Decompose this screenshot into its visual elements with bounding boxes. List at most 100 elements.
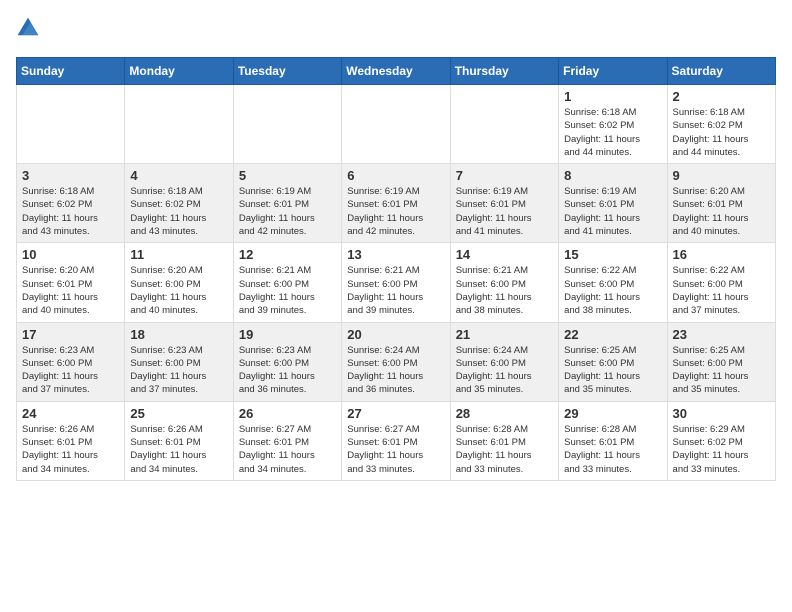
calendar-cell [125, 85, 233, 164]
calendar-cell: 7 Sunrise: 6:19 AM Sunset: 6:01 PM Daylig… [450, 164, 558, 243]
calendar-cell: 10 Sunrise: 6:20 AM Sunset: 6:01 PM Dayli… [17, 243, 125, 322]
day-info: Sunrise: 6:29 AM Sunset: 6:02 PM Dayligh… [673, 423, 770, 476]
calendar-cell: 6 Sunrise: 6:19 AM Sunset: 6:01 PM Daylig… [342, 164, 450, 243]
day-info: Sunrise: 6:19 AM Sunset: 6:01 PM Dayligh… [239, 185, 336, 238]
day-number: 29 [564, 406, 661, 421]
day-number: 16 [673, 247, 770, 262]
col-header-monday: Monday [125, 58, 233, 85]
day-info: Sunrise: 6:24 AM Sunset: 6:00 PM Dayligh… [347, 344, 444, 397]
calendar-cell: 18 Sunrise: 6:23 AM Sunset: 6:00 PM Dayli… [125, 322, 233, 401]
day-number: 24 [22, 406, 119, 421]
calendar-cell: 9 Sunrise: 6:20 AM Sunset: 6:01 PM Daylig… [667, 164, 775, 243]
day-number: 12 [239, 247, 336, 262]
day-number: 2 [673, 89, 770, 104]
day-number: 6 [347, 168, 444, 183]
calendar-cell: 13 Sunrise: 6:21 AM Sunset: 6:00 PM Dayli… [342, 243, 450, 322]
day-info: Sunrise: 6:25 AM Sunset: 6:00 PM Dayligh… [673, 344, 770, 397]
calendar-cell [342, 85, 450, 164]
calendar-cell: 16 Sunrise: 6:22 AM Sunset: 6:00 PM Dayli… [667, 243, 775, 322]
day-info: Sunrise: 6:28 AM Sunset: 6:01 PM Dayligh… [456, 423, 553, 476]
calendar-cell: 5 Sunrise: 6:19 AM Sunset: 6:01 PM Daylig… [233, 164, 341, 243]
calendar-cell: 11 Sunrise: 6:20 AM Sunset: 6:00 PM Dayli… [125, 243, 233, 322]
calendar-cell: 3 Sunrise: 6:18 AM Sunset: 6:02 PM Daylig… [17, 164, 125, 243]
day-number: 28 [456, 406, 553, 421]
day-info: Sunrise: 6:19 AM Sunset: 6:01 PM Dayligh… [347, 185, 444, 238]
calendar-cell: 8 Sunrise: 6:19 AM Sunset: 6:01 PM Daylig… [559, 164, 667, 243]
col-header-thursday: Thursday [450, 58, 558, 85]
day-info: Sunrise: 6:25 AM Sunset: 6:00 PM Dayligh… [564, 344, 661, 397]
calendar-cell: 28 Sunrise: 6:28 AM Sunset: 6:01 PM Dayli… [450, 401, 558, 480]
day-number: 5 [239, 168, 336, 183]
day-number: 11 [130, 247, 227, 262]
calendar-cell: 20 Sunrise: 6:24 AM Sunset: 6:00 PM Dayli… [342, 322, 450, 401]
calendar-cell: 15 Sunrise: 6:22 AM Sunset: 6:00 PM Dayli… [559, 243, 667, 322]
day-info: Sunrise: 6:27 AM Sunset: 6:01 PM Dayligh… [347, 423, 444, 476]
day-number: 26 [239, 406, 336, 421]
calendar-cell: 29 Sunrise: 6:28 AM Sunset: 6:01 PM Dayli… [559, 401, 667, 480]
day-info: Sunrise: 6:21 AM Sunset: 6:00 PM Dayligh… [347, 264, 444, 317]
calendar-cell: 19 Sunrise: 6:23 AM Sunset: 6:00 PM Dayli… [233, 322, 341, 401]
day-info: Sunrise: 6:18 AM Sunset: 6:02 PM Dayligh… [673, 106, 770, 159]
day-info: Sunrise: 6:19 AM Sunset: 6:01 PM Dayligh… [564, 185, 661, 238]
page-header [16, 16, 776, 45]
day-number: 21 [456, 327, 553, 342]
day-info: Sunrise: 6:20 AM Sunset: 6:01 PM Dayligh… [22, 264, 119, 317]
calendar-cell: 17 Sunrise: 6:23 AM Sunset: 6:00 PM Dayli… [17, 322, 125, 401]
day-number: 22 [564, 327, 661, 342]
col-header-friday: Friday [559, 58, 667, 85]
day-info: Sunrise: 6:28 AM Sunset: 6:01 PM Dayligh… [564, 423, 661, 476]
day-info: Sunrise: 6:18 AM Sunset: 6:02 PM Dayligh… [22, 185, 119, 238]
calendar-cell [17, 85, 125, 164]
day-number: 20 [347, 327, 444, 342]
day-number: 19 [239, 327, 336, 342]
calendar-cell: 23 Sunrise: 6:25 AM Sunset: 6:00 PM Dayli… [667, 322, 775, 401]
col-header-wednesday: Wednesday [342, 58, 450, 85]
calendar-cell: 14 Sunrise: 6:21 AM Sunset: 6:00 PM Dayli… [450, 243, 558, 322]
day-number: 14 [456, 247, 553, 262]
day-number: 30 [673, 406, 770, 421]
day-number: 13 [347, 247, 444, 262]
day-info: Sunrise: 6:24 AM Sunset: 6:00 PM Dayligh… [456, 344, 553, 397]
calendar-cell: 2 Sunrise: 6:18 AM Sunset: 6:02 PM Daylig… [667, 85, 775, 164]
calendar-cell: 12 Sunrise: 6:21 AM Sunset: 6:00 PM Dayli… [233, 243, 341, 322]
day-info: Sunrise: 6:23 AM Sunset: 6:00 PM Dayligh… [239, 344, 336, 397]
day-info: Sunrise: 6:21 AM Sunset: 6:00 PM Dayligh… [456, 264, 553, 317]
calendar-cell: 22 Sunrise: 6:25 AM Sunset: 6:00 PM Dayli… [559, 322, 667, 401]
calendar-cell: 24 Sunrise: 6:26 AM Sunset: 6:01 PM Dayli… [17, 401, 125, 480]
calendar-cell: 4Sunrise: 6:18 AM Sunset: 6:02 PM Daylig… [125, 164, 233, 243]
day-number: 3 [22, 168, 119, 183]
logo-icon [16, 16, 40, 40]
day-info: Sunrise: 6:23 AM Sunset: 6:00 PM Dayligh… [22, 344, 119, 397]
col-header-sunday: Sunday [17, 58, 125, 85]
logo [16, 16, 44, 45]
calendar-table: SundayMondayTuesdayWednesdayThursdayFrid… [16, 57, 776, 481]
calendar-cell: 26 Sunrise: 6:27 AM Sunset: 6:01 PM Dayli… [233, 401, 341, 480]
day-info: Sunrise: 6:23 AM Sunset: 6:00 PM Dayligh… [130, 344, 227, 397]
day-info: Sunrise: 6:26 AM Sunset: 6:01 PM Dayligh… [22, 423, 119, 476]
day-number: 17 [22, 327, 119, 342]
day-number: 8 [564, 168, 661, 183]
day-info: Sunrise: 6:20 AM Sunset: 6:01 PM Dayligh… [673, 185, 770, 238]
day-number: 25 [130, 406, 227, 421]
day-info: Sunrise: 6:22 AM Sunset: 6:00 PM Dayligh… [673, 264, 770, 317]
col-header-tuesday: Tuesday [233, 58, 341, 85]
day-number: 7 [456, 168, 553, 183]
day-number: 23 [673, 327, 770, 342]
calendar-cell: 1Sunrise: 6:18 AM Sunset: 6:02 PM Daylig… [559, 85, 667, 164]
day-number: 10 [22, 247, 119, 262]
day-info: Sunrise: 6:22 AM Sunset: 6:00 PM Dayligh… [564, 264, 661, 317]
day-number: 15 [564, 247, 661, 262]
calendar-cell [450, 85, 558, 164]
calendar-cell [233, 85, 341, 164]
calendar-cell: 25Sunrise: 6:26 AM Sunset: 6:01 PM Dayli… [125, 401, 233, 480]
day-info: Sunrise: 6:19 AM Sunset: 6:01 PM Dayligh… [456, 185, 553, 238]
col-header-saturday: Saturday [667, 58, 775, 85]
day-info: Sunrise: 6:21 AM Sunset: 6:00 PM Dayligh… [239, 264, 336, 317]
day-number: 27 [347, 406, 444, 421]
day-number: 9 [673, 168, 770, 183]
day-info: Sunrise: 6:27 AM Sunset: 6:01 PM Dayligh… [239, 423, 336, 476]
day-number: 1 [564, 89, 661, 104]
day-info: Sunrise: 6:18 AM Sunset: 6:02 PM Dayligh… [130, 185, 227, 238]
day-info: Sunrise: 6:20 AM Sunset: 6:00 PM Dayligh… [130, 264, 227, 317]
day-number: 18 [130, 327, 227, 342]
